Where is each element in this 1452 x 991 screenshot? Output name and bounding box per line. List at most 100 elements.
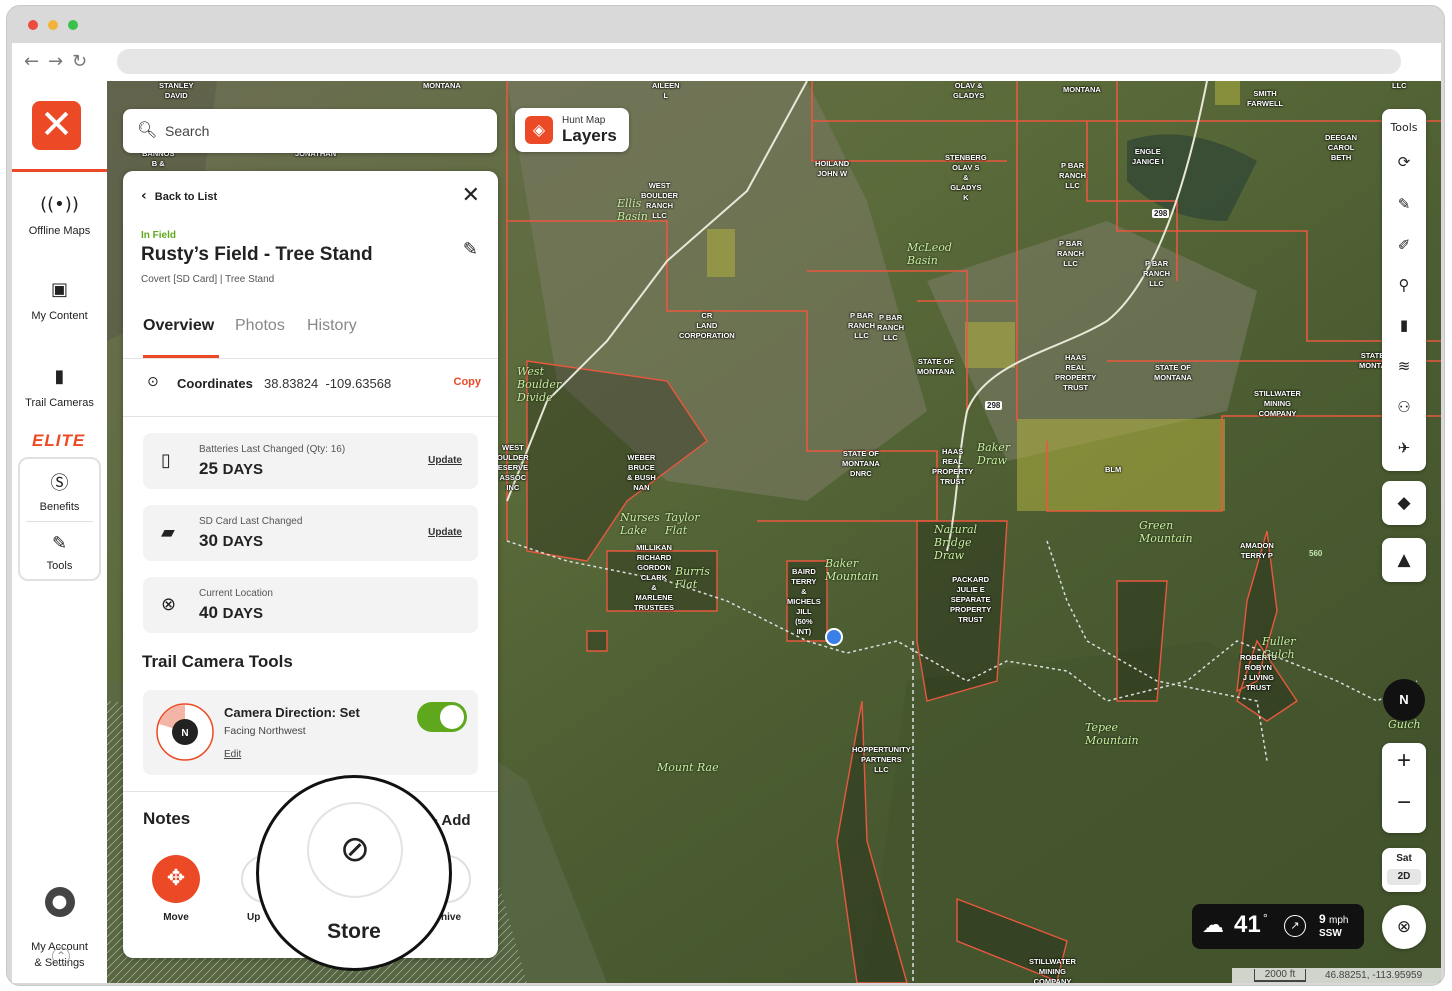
notes-heading: Notes: [143, 809, 191, 828]
chevron-up-icon[interactable]: ^: [52, 947, 70, 965]
close-icon[interactable]: ✕: [462, 183, 480, 208]
page-title: Rusty’s Field - Tree Stand: [141, 244, 373, 265]
eraser-icon[interactable]: ✐: [1382, 236, 1426, 254]
back-arrow-icon[interactable]: ←: [24, 51, 39, 72]
tab-overview[interactable]: Overview: [143, 317, 214, 335]
compass-button[interactable]: N: [1383, 679, 1425, 721]
road-shield-label: 298: [985, 401, 1003, 410]
road-shield-label: 560: [1309, 549, 1323, 558]
card-unit: DAYS: [222, 605, 263, 622]
card-label: Current Location: [199, 588, 273, 599]
wind-icon[interactable]: ≋: [1382, 357, 1426, 375]
route-icon[interactable]: ⟳: [1382, 153, 1426, 171]
map-parcel-label: ENGLE JANICE I: [1132, 147, 1164, 166]
my-content-icon: ▣: [50, 279, 68, 300]
map-place-name: West Boulder Divide: [517, 365, 562, 404]
location-card: ⊗ Current Location 40 DAYS: [143, 577, 478, 633]
divider: [26, 521, 93, 522]
search-placeholder: Search: [165, 123, 210, 139]
map-parcel-label: STENBERG OLAV S & GLADYS K: [945, 153, 987, 202]
camera-icon[interactable]: ▮: [1382, 316, 1426, 334]
close-window-dot[interactable]: [28, 20, 38, 30]
map-parcel-label: STILLWATER MINING COMPANY: [1254, 389, 1301, 418]
wind-unit: mph: [1329, 915, 1349, 926]
edit-direction-link[interactable]: Edit: [224, 749, 241, 760]
reload-icon[interactable]: ↻: [72, 51, 87, 72]
store-button[interactable]: ⊘: [307, 802, 403, 898]
minimize-window-dot[interactable]: [48, 20, 58, 30]
layers-subtitle: Hunt Map: [562, 115, 606, 126]
edit-pencil-icon[interactable]: ✎: [463, 239, 478, 260]
scale-bar: 2000 ft 46.88251, -113.95959: [1232, 968, 1441, 983]
search-bar[interactable]: 🔍︎ Search: [123, 109, 497, 153]
battery-icon: ▯: [161, 450, 171, 471]
card-number: 30: [199, 531, 218, 550]
map-parcel-label: OLAV & GLADYS: [953, 81, 985, 100]
map-place-name: McLeod Basin: [907, 241, 952, 267]
layers-icon: ◈: [525, 116, 553, 144]
map-parcel-label: BAIRD TERRY & MICHELS JILL (50% INT): [787, 567, 821, 636]
layers-button[interactable]: ◈ Hunt Map Layers: [515, 108, 629, 152]
zoom-out-button[interactable]: −: [1382, 789, 1426, 817]
dollar-icon: Ⓢ: [50, 473, 69, 494]
update-battery-button[interactable]: Update: [428, 455, 462, 466]
coordinates-row: ⊙ Coordinates 38.83824 -109.63568 Copy: [141, 374, 481, 394]
map-parcel-label: HOILAND JOHN W: [815, 159, 850, 178]
coordinates-label: Coordinates: [177, 376, 253, 391]
tab-photos[interactable]: Photos: [235, 317, 285, 335]
compass-direction-icon: N: [156, 703, 214, 761]
sidebar-item-offline-maps[interactable]: ((•)) Offline Maps: [12, 194, 107, 237]
wind-direction: SSW: [1319, 928, 1342, 939]
move-button[interactable]: ✥: [152, 855, 200, 903]
map-place-name: Fuller Gulch: [1262, 635, 1296, 661]
card-number: 40: [199, 603, 218, 622]
zoom-in-button[interactable]: +: [1382, 747, 1426, 775]
map-parcel-label: STATE OF MONTANA: [917, 357, 955, 376]
map-pin-icon[interactable]: ⚲: [1382, 276, 1426, 294]
card-value: 40 DAYS: [199, 603, 263, 623]
satellite-icon[interactable]: ✈: [1382, 439, 1426, 457]
people-icon[interactable]: ⚇: [1382, 398, 1426, 416]
sidebar-item-label: Benefits: [39, 501, 80, 513]
map-parcel-label: WEST OULDER ESERVE ASSOC INC: [497, 443, 529, 492]
mountain-icon: ▲: [1397, 550, 1411, 570]
terrain-3d-button[interactable]: ◆: [1382, 481, 1426, 525]
forward-arrow-icon[interactable]: →: [48, 51, 63, 72]
copy-button[interactable]: Copy: [454, 376, 482, 388]
back-to-list-link[interactable]: ‹ Back to List: [141, 188, 217, 204]
map-place-name: Green Mountain: [1139, 519, 1193, 545]
pen-icon[interactable]: ✎: [1382, 195, 1426, 213]
sidebar-item-label: Trail Cameras: [25, 397, 94, 409]
map-parcel-label: P BAR RANCH LLC: [1057, 239, 1085, 268]
scale-distance: 2000 ft: [1254, 969, 1306, 982]
map-parcel-label: STANLEY DAVID: [159, 81, 194, 100]
weather-widget[interactable]: ☁ 41 ° ↗ 9 mph SSW: [1192, 904, 1364, 949]
elevation-button[interactable]: ▲: [1382, 538, 1426, 582]
sidebar-item-my-content[interactable]: ▣ My Content: [12, 279, 107, 322]
direction-toggle[interactable]: [417, 702, 467, 732]
sidebar-item-tools[interactable]: ✎ Tools: [12, 533, 107, 572]
app-logo[interactable]: ✕: [32, 101, 81, 150]
sidebar-item-trail-cameras[interactable]: ▮ Trail Cameras: [12, 366, 107, 409]
address-bar[interactable]: [117, 49, 1401, 74]
map-parcel-label: MILLIKAN RICHARD GORDON CLARK & MARLENE …: [634, 543, 675, 612]
tab-history[interactable]: History: [307, 317, 357, 335]
map-parcel-label: P BAR RANCH LLC: [848, 311, 876, 340]
sd-card-card: ▰ SD Card Last Changed 30 DAYS Update: [143, 505, 478, 561]
basemap-toggle[interactable]: Sat 2D: [1382, 848, 1426, 892]
maximize-window-dot[interactable]: [68, 20, 78, 30]
locate-me-button[interactable]: ⊗: [1382, 905, 1426, 949]
wind-direction-icon: ↗: [1284, 915, 1306, 937]
toolbar-title: Tools: [1390, 121, 1418, 134]
update-sd-card-button[interactable]: Update: [428, 527, 462, 538]
map-place-name: Mount Rae: [657, 761, 719, 774]
divider: [123, 416, 498, 417]
cursor-coordinates: 46.88251, -113.95959: [1325, 970, 1423, 981]
map-parcel-label: PACKARD JULIE E SEPARATE PROPERTY TRUST: [950, 575, 992, 624]
map-parcel-label: SMITH FARWELL: [1247, 89, 1284, 108]
sidebar-item-benefits[interactable]: Ⓢ Benefits: [12, 469, 107, 513]
map-place-name: Baker Draw: [977, 441, 1011, 467]
map-parcel-label: DEEGAN CAROL BETH: [1325, 133, 1358, 162]
tools-icon: ✎: [51, 533, 68, 554]
compass-north-label: N: [181, 728, 188, 739]
